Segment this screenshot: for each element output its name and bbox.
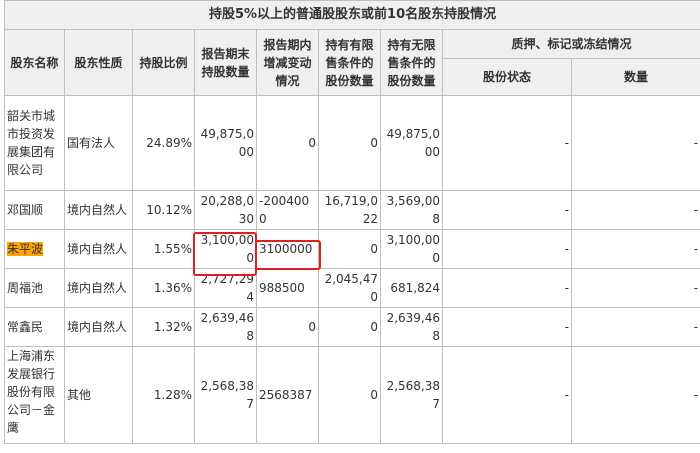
cell-nature: 其他 [64, 346, 133, 444]
cell-restricted: 0 [318, 307, 381, 347]
cell-pledge-status: - [442, 229, 572, 269]
cell-ratio: 1.55% [132, 229, 195, 269]
cell-nature: 境内自然人 [64, 190, 133, 230]
table-row: 韶关市城市投资发展集团有限公司 国有法人 24.89% 49,875,000 0… [4, 95, 700, 191]
cell-pledge-status: - [442, 95, 572, 191]
cell-change: -2004000 [256, 190, 319, 230]
header-nature: 股东性质 [64, 29, 133, 96]
cell-unrestricted: 3,100,000 [380, 229, 443, 269]
cell-change: 3100000 [256, 229, 319, 269]
cell-pledge-status: - [442, 190, 572, 230]
cell-pledge-qty: - [570, 307, 700, 347]
cell-restricted: 2,045,470 [318, 268, 381, 308]
header-pledge-qty: 数量 [570, 58, 700, 96]
cell-ratio: 1.28% [132, 346, 195, 444]
cell-restricted: 0 [318, 95, 381, 191]
cell-ratio: 1.36% [132, 268, 195, 308]
cell-unrestricted: 2,568,387 [380, 346, 443, 444]
cell-ratio: 24.89% [132, 95, 195, 191]
cell-name: 邓国顺 [4, 190, 65, 230]
cell-change: 0 [256, 95, 319, 191]
shareholder-table: 持股5%以上的普通股股东或前10名股东持股情况 股东名称 股东性质 持股比例 报… [3, 0, 700, 444]
table-row: 周福池 境内自然人 1.36% 2,727,294 988500 2,045,4… [4, 268, 700, 308]
cell-pledge-status: - [442, 307, 572, 347]
cell-period-end: 2,639,468 [194, 307, 257, 347]
cell-restricted: 0 [318, 346, 381, 444]
table-row: 上海浦东发展银行股份有限公司－金鹰 其他 1.28% 2,568,387 256… [4, 346, 700, 444]
highlighted-name: 朱平波 [7, 242, 44, 256]
cell-period-end: 2,727,294 [194, 268, 257, 308]
header-change: 报告期内增减变动情况 [256, 29, 319, 96]
header-name: 股东名称 [4, 29, 65, 96]
cell-nature: 境内自然人 [64, 307, 133, 347]
header-pledge-status: 股份状态 [442, 58, 572, 96]
cell-unrestricted: 2,639,468 [380, 307, 443, 347]
cell-pledge-status: - [442, 346, 572, 444]
cell-name: 常鑫民 [4, 307, 65, 347]
cell-unrestricted: 49,875,000 [380, 95, 443, 191]
cell-pledge-qty: - [570, 190, 700, 230]
cell-nature: 境内自然人 [64, 229, 133, 269]
cell-pledge-qty: - [570, 229, 700, 269]
cell-unrestricted: 3,569,008 [380, 190, 443, 230]
table-row: 邓国顺 境内自然人 10.12% 20,288,030 -2004000 16,… [4, 190, 700, 230]
cell-name: 韶关市城市投资发展集团有限公司 [4, 95, 65, 191]
cell-pledge-status: - [442, 268, 572, 308]
header-period-end: 报告期末持股数量 [194, 29, 257, 96]
cell-pledge-qty: - [570, 268, 700, 308]
header-pledge: 质押、标记或冻结情况 [441, 29, 700, 59]
cell-ratio: 10.12% [132, 190, 195, 230]
table-row: 常鑫民 境内自然人 1.32% 2,639,468 0 0 2,639,468 … [4, 307, 700, 347]
cell-restricted: 0 [318, 229, 381, 269]
header-unrestricted: 持有无限售条件的股份数量 [380, 29, 443, 96]
cell-period-end: 2,568,387 [194, 346, 257, 444]
cell-period-end: 3,100,000 [194, 229, 257, 269]
header-restricted: 持有有限售条件的股份数量 [318, 29, 381, 96]
table-row: 朱平波 境内自然人 1.55% 3,100,000 3100000 0 3,10… [4, 229, 700, 269]
header-ratio: 持股比例 [132, 29, 195, 96]
cell-name: 朱平波 [4, 229, 65, 269]
cell-name: 上海浦东发展银行股份有限公司－金鹰 [4, 346, 65, 444]
cell-nature: 境内自然人 [64, 268, 133, 308]
cell-ratio: 1.32% [132, 307, 195, 347]
cell-unrestricted: 681,824 [380, 268, 443, 308]
cell-restricted: 16,719,022 [318, 190, 381, 230]
cell-period-end: 20,288,030 [194, 190, 257, 230]
cell-pledge-qty: - [570, 95, 700, 191]
cell-name: 周福池 [4, 268, 65, 308]
cell-pledge-qty: - [570, 346, 700, 444]
cell-period-end: 49,875,000 [194, 95, 257, 191]
cell-change: 988500 [256, 268, 319, 308]
cell-change: 2568387 [256, 346, 319, 444]
table-title: 持股5%以上的普通股股东或前10名股东持股情况 [3, 0, 700, 30]
cell-change: 0 [256, 307, 319, 347]
cell-nature: 国有法人 [64, 95, 133, 191]
